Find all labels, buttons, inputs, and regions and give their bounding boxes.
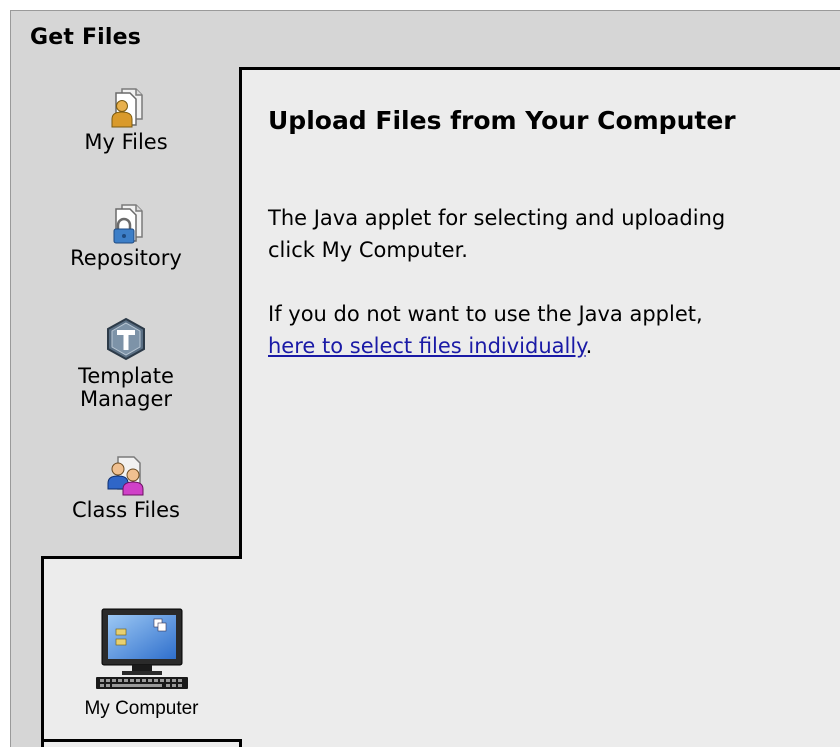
- sidebar-item-label: My Files: [84, 130, 168, 154]
- locked-files-icon: [113, 204, 143, 244]
- sidebar-item-label: My Computer: [84, 698, 199, 719]
- content-panel: Upload Files from Your Computer The Java…: [239, 67, 840, 747]
- sidebar-item-template-manager[interactable]: Template Manager: [11, 317, 241, 411]
- content-heading: Upload Files from Your Computer: [268, 106, 736, 135]
- para1-line1: The Java applet for selecting and upload…: [268, 206, 726, 230]
- sidebar-item-class-files[interactable]: Class Files: [11, 455, 241, 522]
- get-files-window: Get Files Upload Files from Your Compute…: [10, 10, 840, 747]
- class-files-icon: [107, 456, 144, 496]
- template-manager-icon: [107, 317, 145, 361]
- user-files-icon: [111, 88, 143, 128]
- tab-top-border: [41, 556, 242, 559]
- sidebar-item-label: Class Files: [71, 498, 180, 522]
- sidebar-item-repository[interactable]: Repository: [11, 203, 241, 270]
- select-files-individually-link[interactable]: here to select files individually: [268, 334, 586, 358]
- sidebar-item-label: Template Manager: [78, 364, 174, 411]
- window-title: Get Files: [30, 25, 142, 50]
- computer-icon: [95, 608, 188, 689]
- tab-bottom-border: [41, 739, 242, 742]
- sidebar-item-my-files[interactable]: My Files: [11, 87, 241, 154]
- java-applet-paragraph: The Java applet for selecting and upload…: [268, 202, 725, 266]
- para2-line1: If you do not want to use the Java apple…: [268, 302, 703, 326]
- sidebar-item-label: Repository: [70, 246, 182, 270]
- sidebar-item-my-computer[interactable]: My Computer: [44, 607, 239, 720]
- para2-after: .: [585, 334, 593, 358]
- para1-line2: click My Computer.: [268, 238, 468, 262]
- active-tab-joiner: [239, 559, 245, 739]
- no-applet-paragraph: If you do not want to use the Java apple…: [268, 298, 703, 362]
